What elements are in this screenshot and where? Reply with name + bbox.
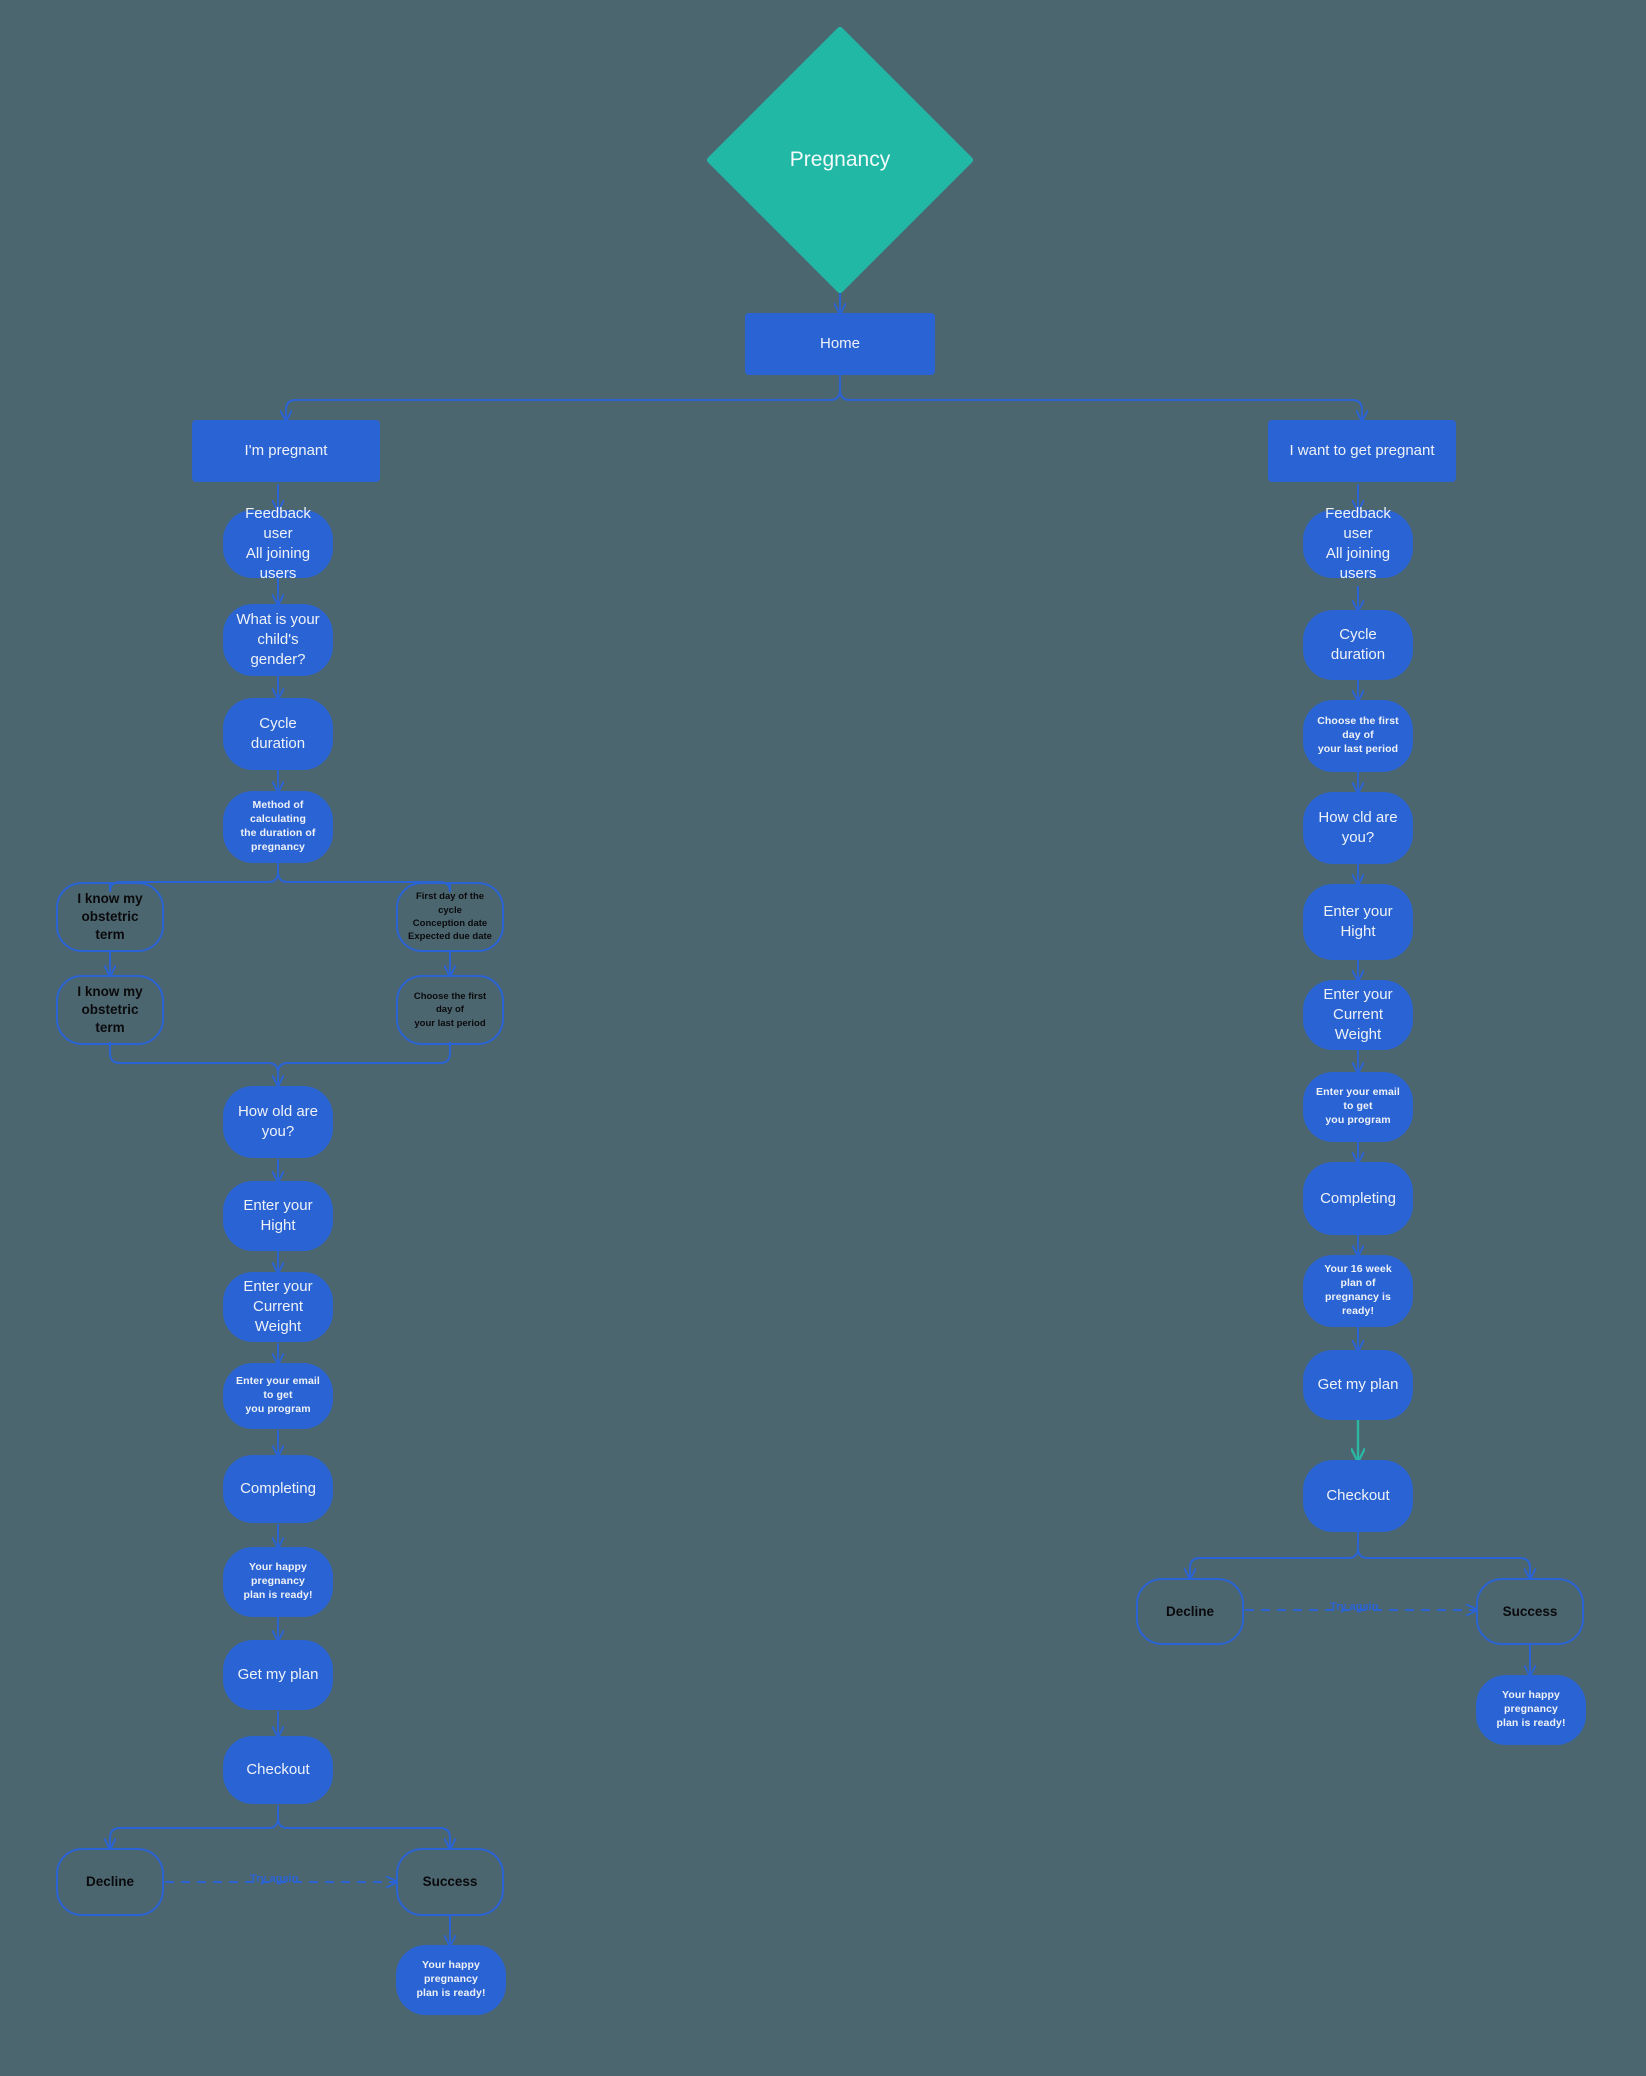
node-right-get-my-plan[interactable]: Get my plan	[1303, 1350, 1413, 1420]
node-left-enter-email[interactable]: Enter your email to get you program	[223, 1363, 333, 1429]
node-label: What is your child's gender?	[236, 611, 320, 668]
node-label: Method of calculating the duration of preg…	[240, 799, 316, 853]
node-label: Decline	[1165, 1603, 1215, 1619]
node-label: Completing	[1320, 1189, 1396, 1207]
node-left-first-day-of-the-cycle[interactable]: First day of the cycle Conception date Exp…	[396, 882, 504, 952]
node-right-enter-email[interactable]: Enter your email to get you program	[1303, 1072, 1413, 1142]
node-left-completing[interactable]: Completing	[223, 1455, 333, 1523]
node-label: Get my plan	[1317, 1376, 1399, 1394]
branch-i-want-to-get-pregnant-label: I want to get pregnant	[1289, 442, 1435, 460]
node-left-enter-current-weight[interactable]: Enter your Current Weight	[223, 1272, 333, 1342]
node-left-get-my-plan[interactable]: Get my plan	[223, 1640, 333, 1710]
node-right-success[interactable]: Success	[1476, 1578, 1584, 1645]
node-label: Your happy pregnancy plan is ready!	[243, 1561, 313, 1601]
node-left-cycle-duration[interactable]: Cycle duration	[223, 698, 333, 770]
node-label: Enter your Hight	[243, 1197, 313, 1234]
branch-i-want-to-get-pregnant[interactable]: I want to get pregnant	[1268, 420, 1456, 482]
node-right-feedback-user[interactable]: Feedback user All joining users	[1303, 505, 1413, 582]
node-label: Choose the first day of your last period	[413, 990, 487, 1029]
node-left-checkout[interactable]: Checkout	[223, 1736, 333, 1804]
node-label: Your happy pregnancy plan is ready!	[416, 1959, 486, 1999]
node-label: How cld are you?	[1318, 809, 1398, 846]
node-left-decline[interactable]: Decline	[56, 1848, 164, 1916]
node-label: Completing	[240, 1480, 316, 1498]
node-label: Your happy pregnancy plan is ready!	[1496, 1689, 1566, 1729]
node-label: Success	[1502, 1603, 1558, 1619]
node-left-choose-first-day[interactable]: Choose the first day of your last period	[396, 975, 504, 1045]
node-left-plan-ready[interactable]: Your happy pregnancy plan is ready!	[223, 1547, 333, 1617]
node-label: Enter your Current Weight	[1323, 986, 1393, 1043]
node-label: First day of the cycle Conception date Exp…	[408, 891, 492, 943]
node-label: Feedback user All joining users	[1325, 505, 1391, 582]
node-right-decline[interactable]: Decline	[1136, 1578, 1244, 1645]
node-right-cycle-duration[interactable]: Cycle duration	[1303, 610, 1413, 680]
right-try-again-label: Try again	[1330, 1601, 1379, 1613]
branch-im-pregnant-label: I'm pregnant	[244, 442, 328, 460]
node-left-i-know-my-obstetric-term-2[interactable]: I know my obstetric term	[56, 975, 164, 1045]
node-label: Enter your Hight	[1323, 903, 1393, 940]
node-label: Success	[422, 1874, 478, 1890]
node-label: Your 16 week plan of pregnancy is ready!	[1324, 1263, 1392, 1317]
node-label: Cycle duration	[250, 715, 306, 752]
node-label: Feedback user All joining users	[245, 505, 311, 582]
node-home[interactable]: Home	[745, 313, 935, 375]
node-label: Decline	[85, 1874, 135, 1890]
node-left-method-of-calculating[interactable]: Method of calculating the duration of preg…	[223, 791, 333, 863]
node-right-16-week-plan-ready[interactable]: Your 16 week plan of pregnancy is ready!	[1303, 1255, 1413, 1327]
node-left-feedback-user[interactable]: Feedback user All joining users	[223, 505, 333, 582]
root-node-pregnancy[interactable]: Pregnancy	[705, 25, 975, 295]
node-left-success[interactable]: Success	[396, 1848, 504, 1916]
node-right-final-plan-ready[interactable]: Your happy pregnancy plan is ready!	[1476, 1675, 1586, 1745]
node-left-enter-your-hight[interactable]: Enter your Hight	[223, 1181, 333, 1251]
node-label: Choose the first day of your last period	[1317, 715, 1399, 755]
node-home-label: Home	[819, 335, 860, 353]
node-right-choose-first-day[interactable]: Choose the first day of your last period	[1303, 700, 1413, 772]
flowchart-canvas: Pregnancy Home I'm pregnant I want to ge…	[0, 0, 1646, 2076]
node-label: Get my plan	[237, 1666, 319, 1684]
node-right-enter-current-weight[interactable]: Enter your Current Weight	[1303, 980, 1413, 1050]
node-label: I know my obstetric term	[77, 891, 143, 942]
node-label: Enter your email to get you program	[236, 1375, 320, 1415]
node-label: How old are you?	[237, 1103, 319, 1140]
node-label: I know my obstetric term	[77, 984, 143, 1035]
node-left-how-old-are-you[interactable]: How old are you?	[223, 1086, 333, 1158]
root-node-label: Pregnancy	[789, 148, 891, 171]
node-label: Checkout	[1326, 1487, 1390, 1505]
node-left-final-plan-ready[interactable]: Your happy pregnancy plan is ready!	[396, 1945, 506, 2015]
left-try-again-label: Try again	[250, 1873, 299, 1885]
node-right-checkout[interactable]: Checkout	[1303, 1460, 1413, 1532]
branch-im-pregnant[interactable]: I'm pregnant	[192, 420, 380, 482]
node-left-i-know-my-obstetric-term-1[interactable]: I know my obstetric term	[56, 882, 164, 952]
node-label: Cycle duration	[1330, 626, 1386, 663]
node-right-how-old-are-you[interactable]: How cld are you?	[1303, 792, 1413, 864]
node-label: Checkout	[246, 1761, 310, 1779]
node-right-enter-your-hight[interactable]: Enter your Hight	[1303, 884, 1413, 960]
node-left-child-gender[interactable]: What is your child's gender?	[223, 604, 333, 676]
node-right-completing[interactable]: Completing	[1303, 1162, 1413, 1235]
node-label: Enter your Current Weight	[243, 1278, 313, 1335]
node-label: Enter your email to get you program	[1316, 1086, 1400, 1126]
